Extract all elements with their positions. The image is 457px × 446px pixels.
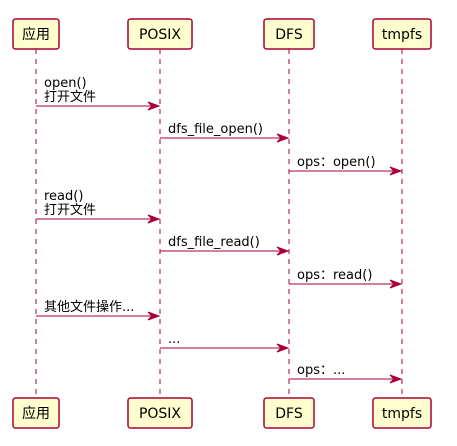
participant-label: tmpfs [382,27,422,43]
message-dfs-to-tmpfs: ops：... [289,363,403,384]
participant-label: POSIX [139,406,181,422]
message-label: ops：... [297,363,345,378]
participant-label: 应用 [22,26,50,43]
participant-label: tmpfs [382,406,422,422]
message-dfs-to-tmpfs: ops：read() [289,268,403,289]
participants-top: 应用 POSIX DFS tmpfs [12,18,432,50]
messages: open()打开文件dfs_file_open()ops：open()read(… [36,76,403,384]
message-app-to-posix: open()打开文件 [36,76,161,111]
message-label: dfs_file_open() [168,122,263,137]
participant-label: DFS [275,406,303,422]
message-posix-to-dfs: dfs_file_read() [160,235,290,256]
participant-app-top: 应用 [12,18,60,50]
message-label: dfs_file_read() [168,235,260,250]
message-dfs-to-tmpfs: ops：open() [289,155,403,176]
message-label: read() [44,189,83,204]
message-posix-to-dfs: dfs_file_open() [160,122,290,143]
participant-app-bottom: 应用 [12,397,60,429]
message-label: ops：open() [297,155,376,170]
message-app-to-posix: read()打开文件 [36,189,161,224]
participant-tmpfs-top: tmpfs [372,18,432,50]
message-label: open() [44,76,87,91]
participant-posix-top: POSIX [127,18,193,50]
participant-label: 应用 [22,405,50,422]
message-posix-to-dfs: ... [160,332,290,353]
participant-tmpfs-bottom: tmpfs [372,397,432,429]
sequence-diagram: open()打开文件dfs_file_open()ops：open()read(… [12,18,432,429]
message-label: ops：read() [297,268,372,283]
participant-posix-bottom: POSIX [127,397,193,429]
participants-bottom: 应用 POSIX DFS tmpfs [12,397,432,429]
message-label: 其他文件操作... [44,299,134,315]
participant-dfs-top: DFS [263,18,315,50]
participant-dfs-bottom: DFS [263,397,315,429]
message-label: 打开文件 [44,203,96,218]
participant-label: DFS [275,27,303,43]
message-label: ... [168,332,180,347]
message-label: 打开文件 [44,90,96,105]
message-app-to-posix: 其他文件操作... [36,299,161,321]
participant-label: POSIX [139,27,181,43]
